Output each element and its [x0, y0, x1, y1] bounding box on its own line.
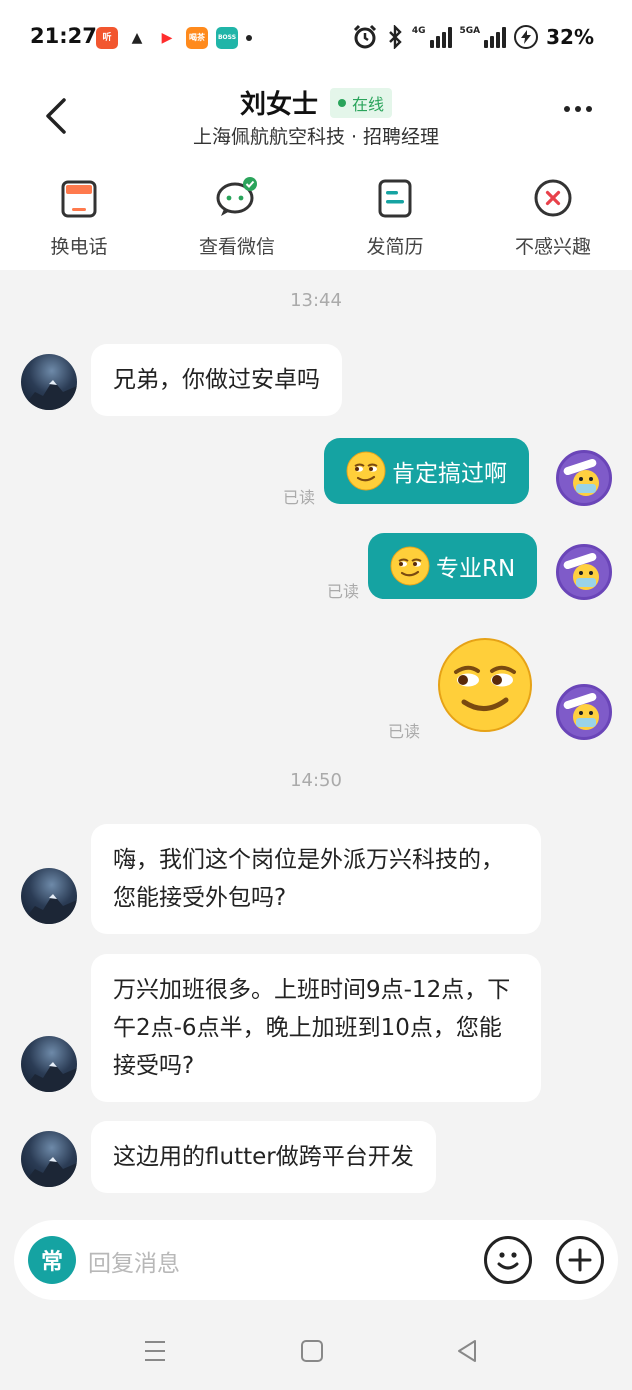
battery-charging-icon	[514, 25, 539, 49]
wechat-icon	[216, 177, 257, 216]
recruiter-avatar[interactable]	[21, 1036, 77, 1092]
message-bubble-incoming: 嗨，我们这个岗位是外派万兴科技的，您能接受外包吗?	[91, 824, 541, 934]
more-options-button[interactable]	[564, 106, 592, 112]
back-nav-icon[interactable]	[455, 1338, 479, 1364]
my-avatar[interactable]	[556, 450, 612, 506]
battery-percent: 32%	[546, 25, 594, 49]
bluetooth-icon	[388, 25, 402, 49]
message-input[interactable]: 常 回复消息	[14, 1220, 618, 1300]
recruiter-avatar[interactable]	[21, 1131, 77, 1187]
status-time: 21:27	[30, 24, 97, 48]
contact-company: 上海佩航航空科技 · 招聘经理	[192, 126, 440, 148]
send-resume-label: 发简历	[366, 236, 424, 258]
my-avatar[interactable]	[556, 684, 612, 740]
timestamp: 14:50	[290, 770, 342, 791]
phone-card-icon	[61, 180, 97, 218]
more-notifications-dot	[246, 35, 252, 41]
alarm-icon	[353, 24, 376, 49]
menu-icon[interactable]	[143, 1338, 167, 1364]
not-interested-label: 不感兴趣	[514, 236, 591, 258]
contact-name: 刘女士	[239, 90, 318, 120]
smiley-icon	[497, 1252, 519, 1270]
message-bubble-incoming: 这边用的flutter做跨平台开发	[91, 1121, 436, 1193]
action-bar: 换电话 查看微信 发简历 不感兴趣	[0, 162, 632, 270]
input-placeholder: 回复消息	[88, 1251, 180, 1277]
online-status-badge: 在线	[330, 87, 393, 118]
signal-5ga-label: 5GA	[459, 26, 481, 36]
chat-header: 刘女士 在线 上海佩航航空科技 · 招聘经理	[0, 76, 632, 162]
message-text: 肯定搞过啊	[392, 461, 507, 487]
exchange-phone-button[interactable]: 换电话	[0, 162, 158, 270]
my-avatar[interactable]	[556, 544, 612, 600]
input-bar: 常 回复消息	[0, 1206, 632, 1318]
not-interested-button[interactable]: 不感兴趣	[474, 162, 632, 270]
message-bubble-incoming: 万兴加班很多。上班时间9点-12点，下午2点-6点半，晚上加班到10点，您能接受…	[91, 954, 541, 1102]
app-notification-icon: BOSS	[216, 27, 238, 49]
signal-4g-label: 4G	[411, 26, 426, 36]
view-wechat-button[interactable]: 查看微信	[158, 162, 316, 270]
exchange-phone-label: 换电话	[50, 236, 108, 258]
message-bubble-outgoing: 专业RN	[368, 533, 538, 599]
status-app-icons: 听 ▲ ▶ 喝茶 BOSS	[96, 27, 252, 49]
close-circle-icon	[534, 179, 572, 217]
app-notification-icon: 喝茶	[186, 27, 208, 49]
send-resume-button[interactable]: 发简历	[316, 162, 474, 270]
read-receipt: 已读	[283, 488, 316, 507]
read-receipt: 已读	[388, 722, 421, 741]
emoji-button[interactable]	[484, 1236, 532, 1284]
status-bar: 21:27 听 ▲ ▶ 喝茶 BOSS 4G 5GA 32%	[0, 0, 632, 76]
recruiter-avatar[interactable]	[21, 354, 77, 410]
message-text: 专业RN	[436, 556, 516, 582]
plus-icon	[568, 1248, 592, 1272]
add-attachment-button[interactable]	[556, 1236, 604, 1284]
recruiter-avatar[interactable]	[21, 868, 77, 924]
message-bubble-outgoing: 肯定搞过啊	[324, 438, 529, 504]
message-bubble-incoming: 兄弟，你做过安卓吗	[91, 344, 342, 416]
signal-4g-icon: 4G	[412, 26, 452, 48]
smirk-emoji-icon	[390, 546, 430, 586]
timestamp: 13:44	[290, 290, 342, 311]
quick-reply-button[interactable]: 常	[28, 1236, 76, 1284]
signal-5ga-icon: 5GA	[460, 26, 507, 48]
system-nav-bar	[0, 1318, 632, 1390]
app-notification-icon: 听	[96, 27, 118, 49]
home-icon[interactable]	[300, 1338, 324, 1364]
app-notification-icon: ▶	[156, 27, 178, 49]
read-receipt: 已读	[327, 582, 360, 601]
app-notification-icon: ▲	[126, 27, 148, 49]
smirk-sticker-icon	[438, 638, 532, 732]
chat-messages[interactable]: 13:44 兄弟，你做过安卓吗 已读 肯定搞过啊 已读 专业RN 已读 14:5…	[0, 270, 632, 1206]
view-wechat-label: 查看微信	[198, 236, 275, 258]
resume-icon	[378, 179, 412, 218]
smirk-emoji-icon	[346, 451, 386, 491]
